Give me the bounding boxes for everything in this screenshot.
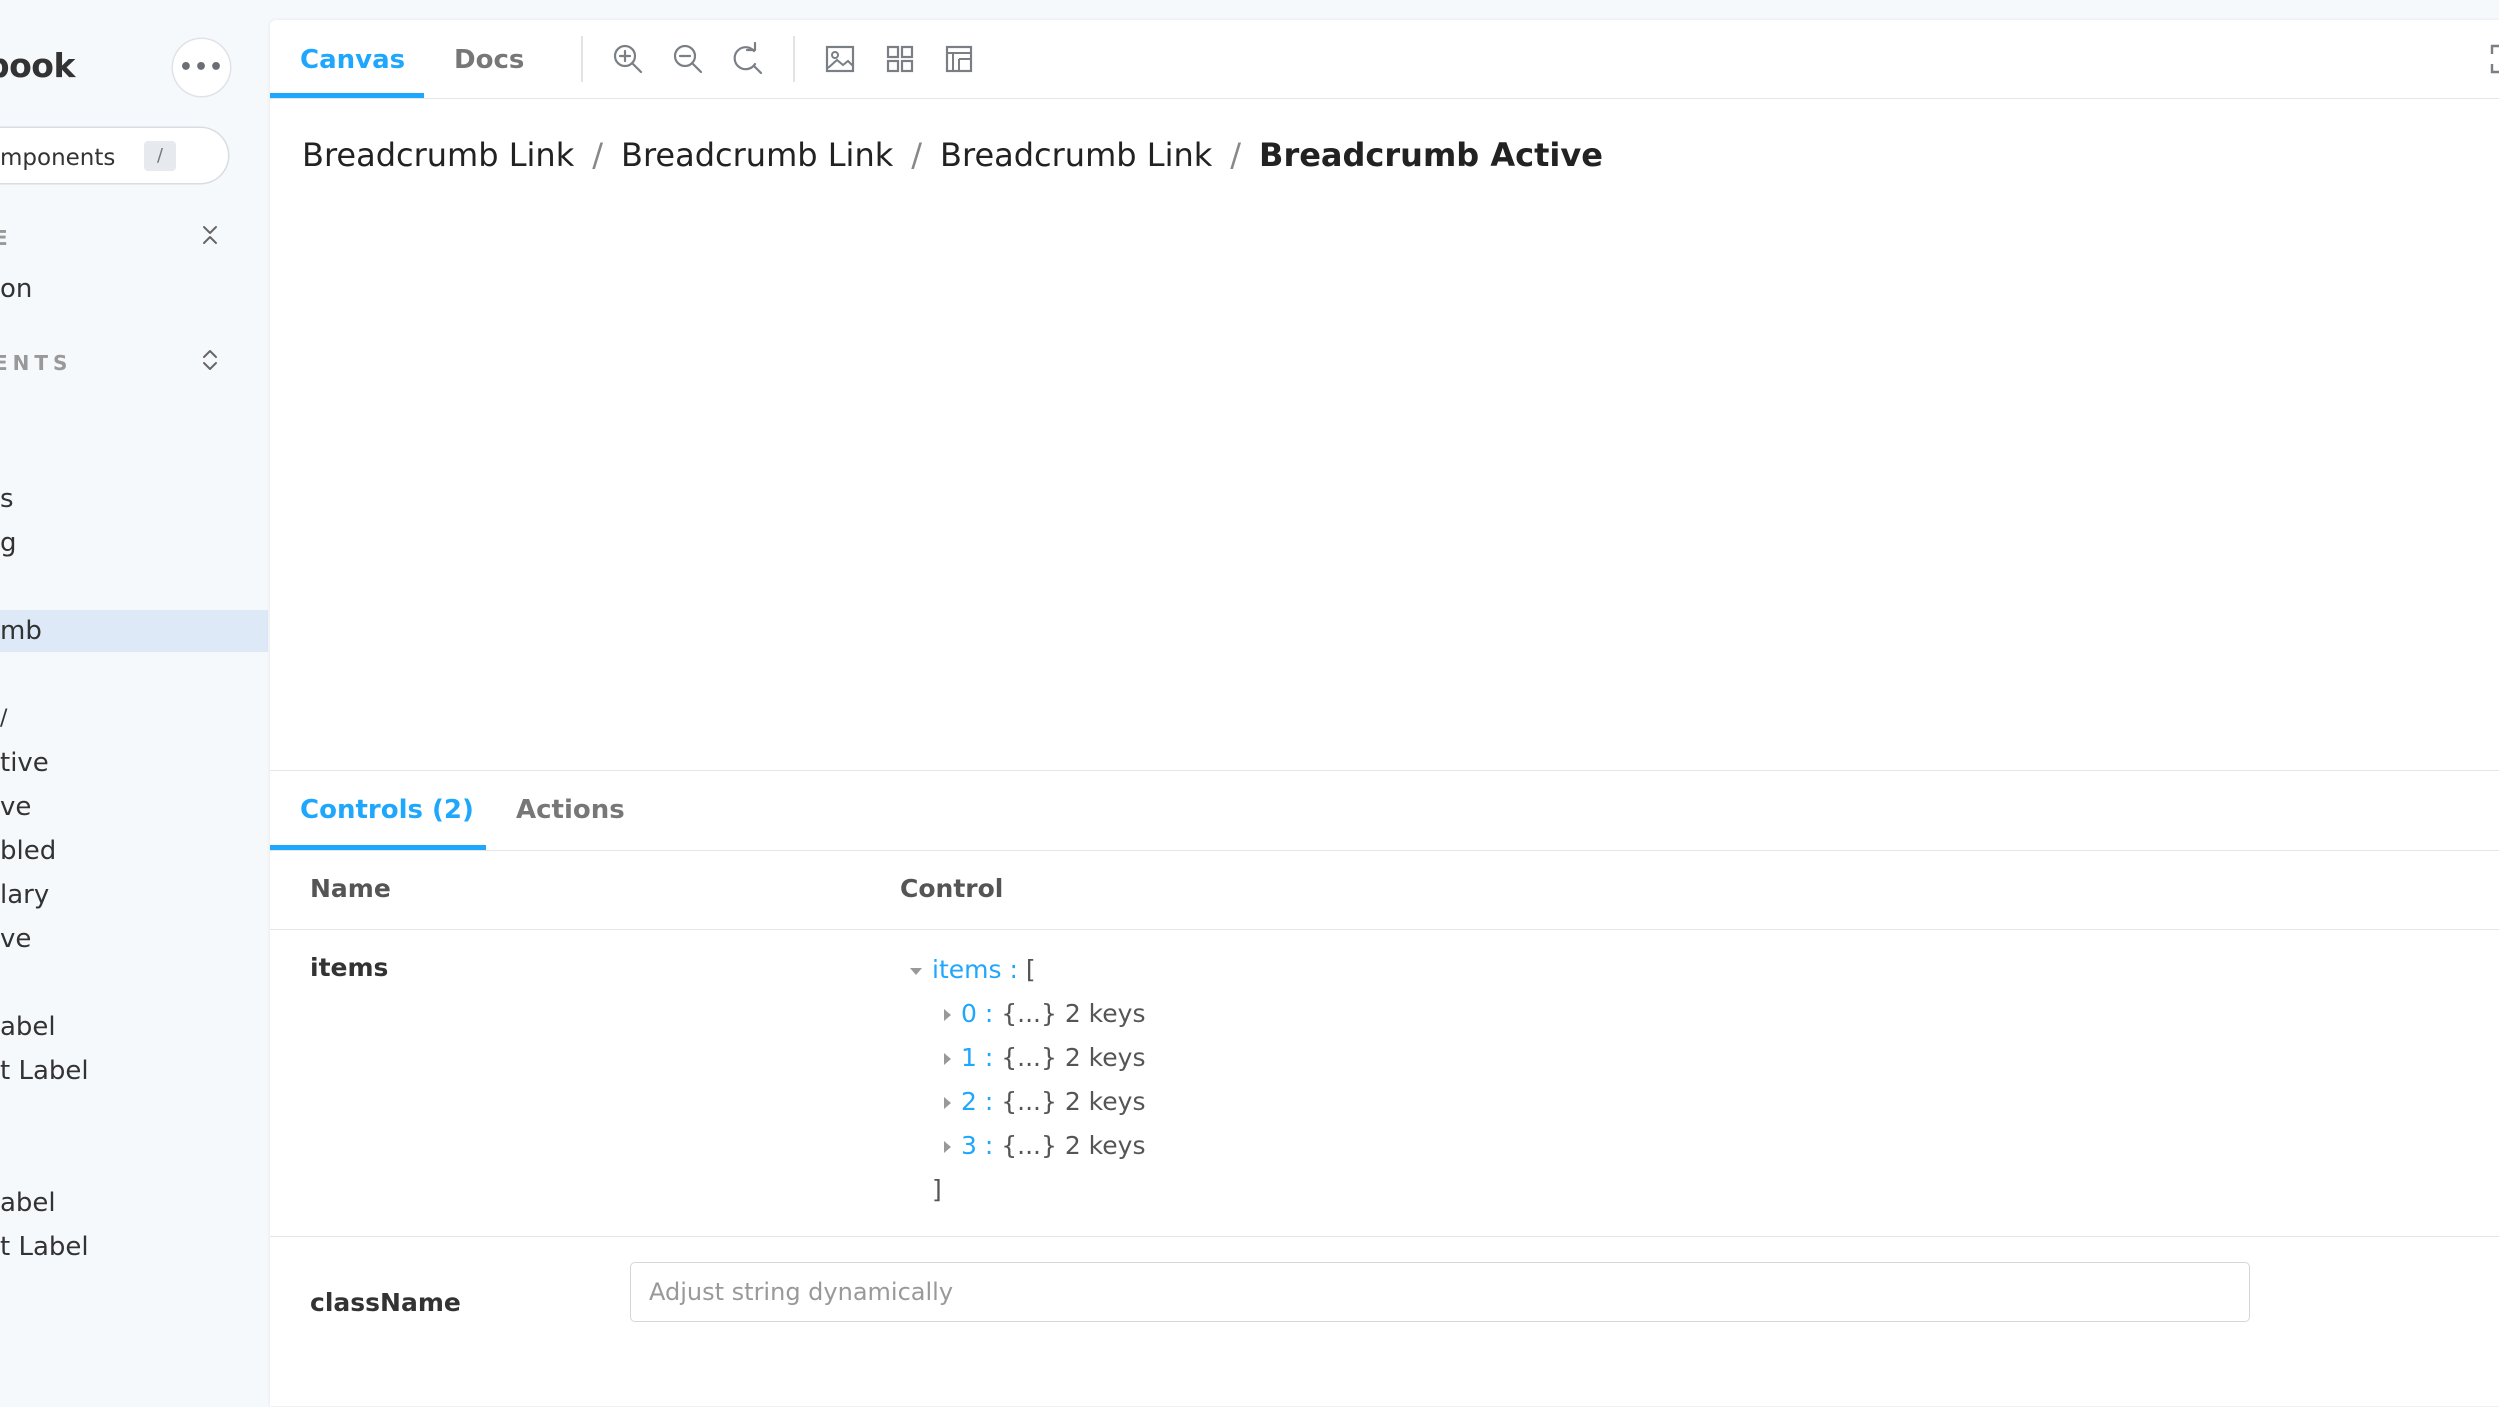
json-colon: :: [976, 1087, 1002, 1116]
json-key: 1: [961, 1043, 977, 1072]
ellipsis-icon: •••: [178, 54, 225, 80]
json-entry[interactable]: 0 : {...} 2 keys: [944, 999, 1145, 1028]
section-heading[interactable]: ENTS: [0, 351, 72, 375]
caret-right-icon: [944, 1097, 951, 1109]
json-colon: :: [1001, 955, 1026, 984]
expand-collapse-icon[interactable]: [198, 348, 222, 372]
controls-table-header: Name Control: [270, 850, 2499, 930]
json-close-bracket: ]: [932, 1175, 942, 1204]
json-root[interactable]: items : [: [910, 955, 1036, 984]
outline-icon[interactable]: [942, 42, 976, 76]
sidebar-menu-button[interactable]: •••: [173, 39, 230, 96]
grid-icon[interactable]: [883, 42, 917, 76]
sidebar: book ••• mponents / E on ENTS s g mb / t…: [0, 0, 268, 1406]
sidebar-item[interactable]: abel: [0, 1182, 56, 1224]
search-input[interactable]: mponents /: [0, 128, 228, 183]
zoom-out-icon[interactable]: [671, 42, 705, 76]
breadcrumb-separator: /: [592, 136, 604, 174]
json-colon: :: [976, 999, 1002, 1028]
breadcrumb: Breadcrumb Link / Breadcrumb Link / Breadcru…: [302, 136, 1603, 174]
sidebar-item[interactable]: /: [0, 698, 7, 740]
json-summary: {...} 2 keys: [1001, 999, 1146, 1028]
reset-zoom-icon[interactable]: [730, 41, 764, 76]
breadcrumb-active: Breadcrumb Active: [1259, 136, 1603, 174]
breadcrumb-link[interactable]: Breadcrumb Link: [621, 136, 893, 174]
addons-tabbar: Controls (2) Actions: [270, 771, 2499, 851]
sidebar-item-active[interactable]: mb: [0, 610, 268, 652]
caret-right-icon: [944, 1141, 951, 1153]
sidebar-item[interactable]: t Label: [0, 1050, 89, 1092]
json-key: items: [932, 955, 1002, 984]
json-colon: :: [976, 1131, 1002, 1160]
sidebar-item[interactable]: t Label: [0, 1226, 89, 1268]
zoom-in-icon[interactable]: [611, 42, 645, 76]
fullscreen-icon[interactable]: [2488, 42, 2499, 76]
caret-right-icon: [944, 1053, 951, 1065]
json-key: 0: [961, 999, 977, 1028]
tab-actions[interactable]: Actions: [516, 795, 625, 825]
sidebar-item[interactable]: s: [0, 478, 14, 520]
json-open-bracket: [: [1025, 955, 1036, 984]
brand-title[interactable]: book: [0, 46, 75, 85]
json-entry[interactable]: 1 : {...} 2 keys: [944, 1043, 1145, 1072]
table-row: items items : [ 0 : {...} 2 keys 1 : {..…: [270, 931, 2499, 1237]
json-key: 2: [961, 1087, 977, 1116]
prop-name: items: [310, 953, 389, 982]
search-placeholder: mponents: [0, 145, 116, 171]
sidebar-item[interactable]: ve: [0, 786, 31, 828]
collapse-icon[interactable]: [198, 223, 222, 247]
column-header-name: Name: [310, 874, 391, 903]
tab-controls[interactable]: Controls (2): [300, 795, 474, 825]
caret-down-icon: [910, 967, 922, 975]
caret-right-icon: [944, 1009, 951, 1021]
sidebar-item[interactable]: tive: [0, 742, 49, 784]
tab-canvas[interactable]: Canvas: [300, 45, 405, 75]
json-summary: {...} 2 keys: [1001, 1087, 1146, 1116]
prop-name: className: [310, 1288, 461, 1317]
tab-docs[interactable]: Docs: [454, 45, 524, 75]
breadcrumb-separator: /: [1230, 136, 1242, 174]
active-tab-indicator: [270, 93, 424, 98]
breadcrumb-link[interactable]: Breadcrumb Link: [940, 136, 1212, 174]
sidebar-item[interactable]: on: [0, 268, 32, 310]
toolbar: Canvas Docs: [270, 20, 2499, 99]
sidebar-item[interactable]: bled: [0, 830, 56, 872]
json-entry[interactable]: 3 : {...} 2 keys: [944, 1131, 1145, 1160]
classname-text-input[interactable]: [630, 1262, 2250, 1322]
section-heading[interactable]: E: [0, 226, 13, 250]
column-header-control: Control: [900, 874, 1004, 903]
main-panel: Canvas Docs Breadcrumb Link / Breadcrumb L…: [270, 20, 2499, 1406]
sidebar-item[interactable]: abel: [0, 1006, 56, 1048]
json-key: 3: [961, 1131, 977, 1160]
json-colon: :: [976, 1043, 1002, 1072]
sidebar-item[interactable]: lary: [0, 874, 49, 916]
toolbar-divider: [581, 36, 583, 82]
sidebar-item[interactable]: g: [0, 522, 17, 564]
sidebar-item[interactable]: ve: [0, 918, 31, 960]
search-shortcut-badge: /: [144, 141, 176, 171]
toolbar-divider: [793, 36, 795, 82]
breadcrumb-link[interactable]: Breadcrumb Link: [302, 136, 574, 174]
background-icon[interactable]: [823, 42, 857, 76]
breadcrumb-separator: /: [911, 136, 923, 174]
json-summary: {...} 2 keys: [1001, 1131, 1146, 1160]
json-entry[interactable]: 2 : {...} 2 keys: [944, 1087, 1145, 1116]
json-summary: {...} 2 keys: [1001, 1043, 1146, 1072]
